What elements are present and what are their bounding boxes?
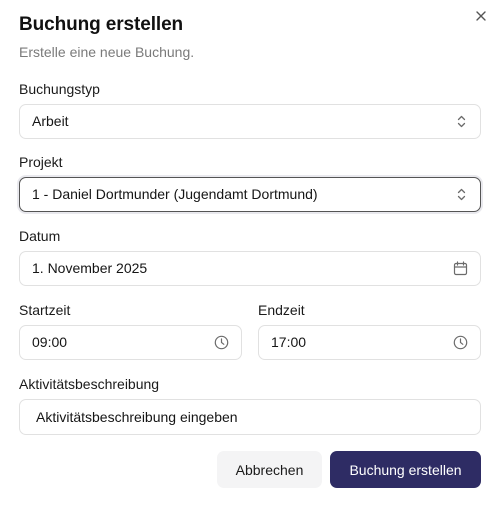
dialog-subtitle: Erstelle eine neue Buchung. — [19, 44, 195, 60]
startzeit-input[interactable]: 09:00 — [19, 325, 242, 360]
clock-icon — [453, 335, 468, 350]
chevron-up-down-icon — [454, 187, 469, 202]
projekt-value: 1 - Daniel Dortmunder (Jugendamt Dortmun… — [32, 186, 318, 202]
datum-label: Datum — [19, 228, 61, 244]
buchungstyp-value: Arbeit — [32, 113, 69, 129]
datum-value: 1. November 2025 — [32, 260, 148, 276]
create-booking-button[interactable]: Buchung erstellen — [330, 451, 481, 488]
startzeit-value: 09:00 — [32, 334, 68, 350]
beschreibung-input[interactable] — [19, 399, 481, 435]
calendar-icon — [453, 261, 468, 276]
dialog-title: Buchung erstellen — [19, 14, 184, 35]
close-icon[interactable] — [473, 8, 489, 24]
projekt-label: Projekt — [19, 154, 63, 170]
create-booking-dialog: Buchung erstellen Erstelle eine neue Buc… — [0, 0, 500, 508]
buchungstyp-label: Buchungstyp — [19, 81, 100, 97]
chevron-up-down-icon — [454, 114, 469, 129]
beschreibung-label: Aktivitätsbeschreibung — [19, 376, 160, 392]
projekt-select[interactable]: 1 - Daniel Dortmunder (Jugendamt Dortmun… — [19, 177, 481, 212]
datum-picker[interactable]: 1. November 2025 — [19, 251, 481, 286]
startzeit-label: Startzeit — [19, 302, 71, 318]
buchungstyp-select[interactable]: Arbeit — [19, 104, 481, 139]
endzeit-input[interactable]: 17:00 — [258, 325, 481, 360]
cancel-button[interactable]: Abbrechen — [217, 451, 322, 488]
endzeit-label: Endzeit — [258, 302, 305, 318]
clock-icon — [214, 335, 229, 350]
endzeit-value: 17:00 — [271, 334, 307, 350]
